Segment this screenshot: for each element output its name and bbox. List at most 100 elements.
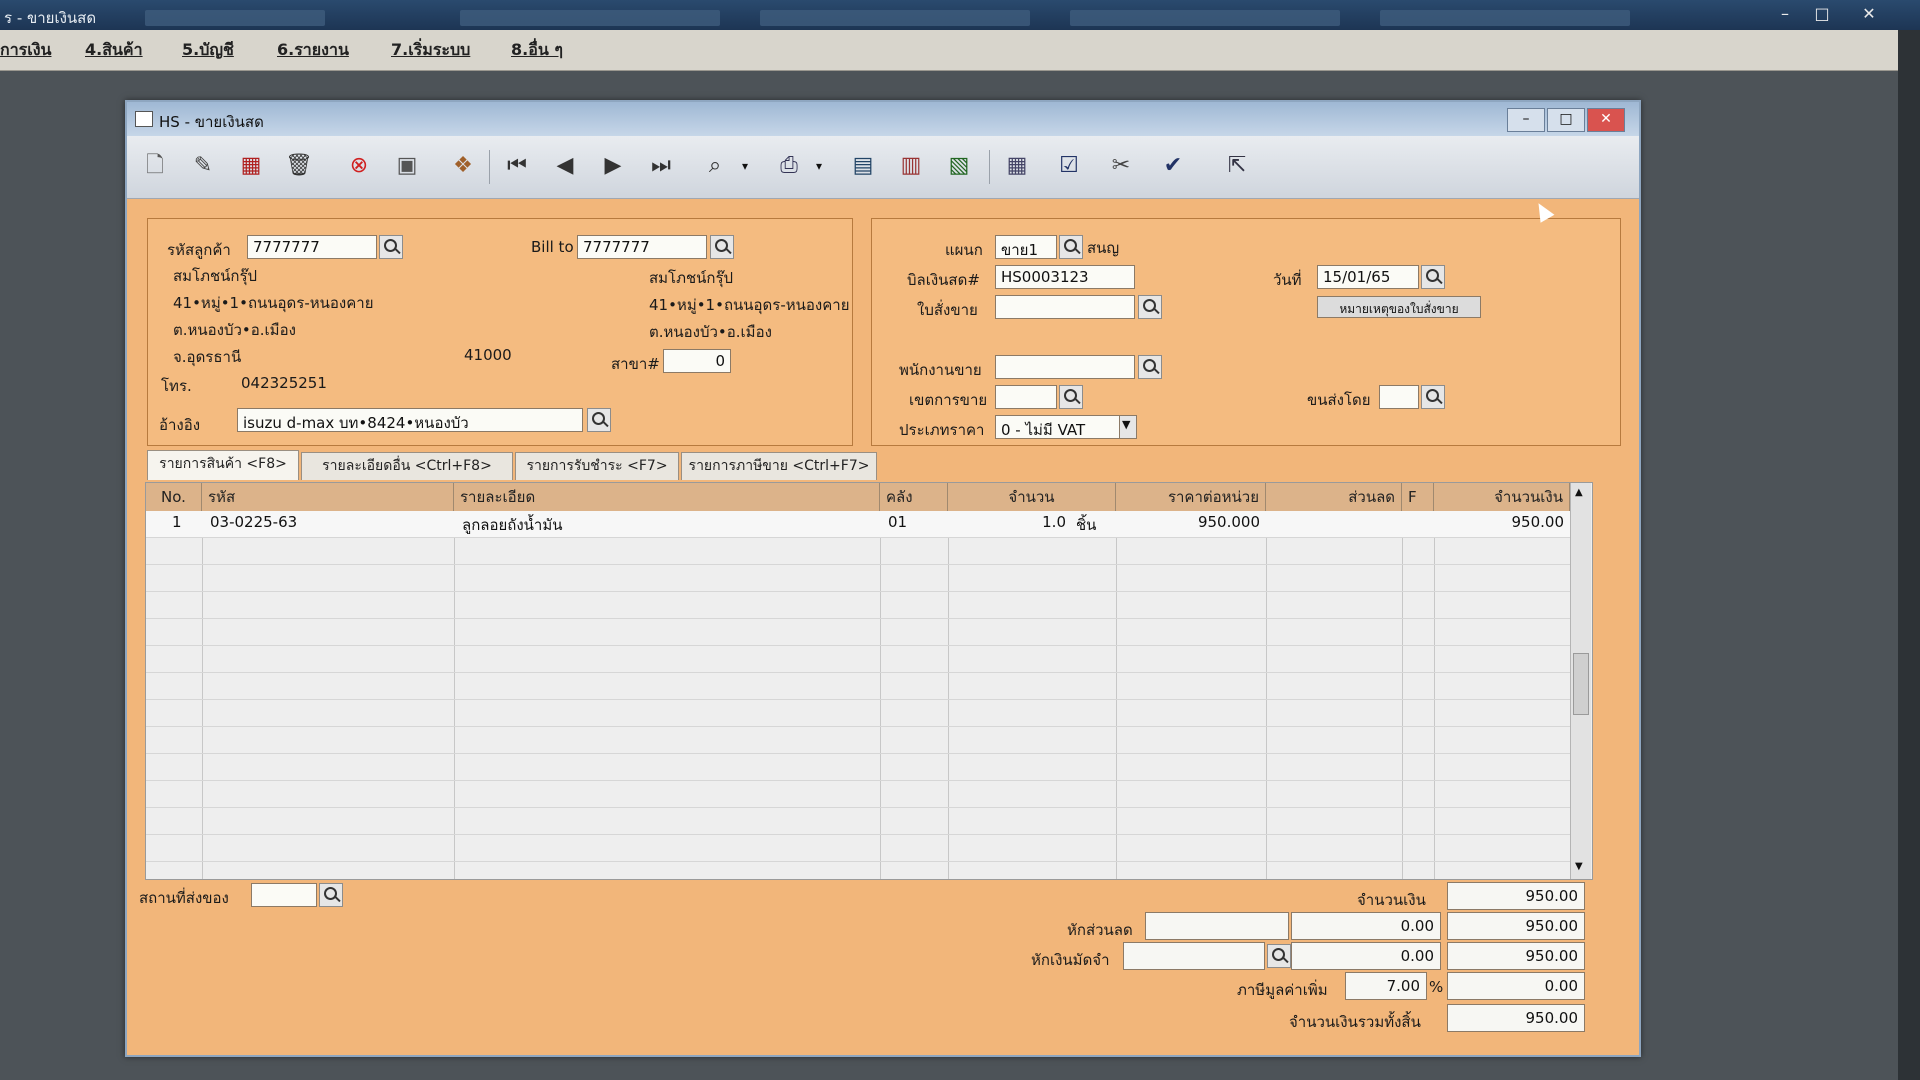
vat-rate-field[interactable]: 7.00 xyxy=(1345,972,1427,1000)
tab-items[interactable]: รายการสินค้า <F8> xyxy=(147,450,299,480)
date-picker-icon[interactable] xyxy=(1421,265,1445,289)
column-header-description[interactable]: รายละเอียด xyxy=(454,483,880,511)
column-header-f[interactable]: F xyxy=(1402,483,1434,511)
approve-icon[interactable]: ☑ xyxy=(1051,148,1087,184)
attach-icon[interactable]: ✂ xyxy=(1103,148,1139,184)
ship-place-search-icon[interactable] xyxy=(319,883,343,907)
menu-other[interactable]: 8.อื่น ๆ xyxy=(511,38,563,63)
window-title-bar: HS - ขายเงินสด – □ ✕ xyxy=(127,102,1639,136)
department-field[interactable]: ขาย1 xyxy=(995,235,1057,259)
scroll-down-icon[interactable]: ▼ xyxy=(1575,861,1583,872)
column-header-code[interactable]: รหัส xyxy=(202,483,454,511)
column-header-amount[interactable]: จำนวนเงิน xyxy=(1434,483,1570,511)
bill-to-address-2: ต.หนองบัว•อ.เมือง xyxy=(649,323,772,341)
find-dropdown-icon[interactable]: ▾ xyxy=(737,148,753,184)
grid-scrollbar[interactable]: ▲ ▼ xyxy=(1570,483,1591,879)
print-dropdown-icon[interactable]: ▾ xyxy=(811,148,827,184)
column-header-quantity[interactable]: จำนวน xyxy=(948,483,1116,511)
last-record-icon[interactable]: ⏭ xyxy=(643,148,679,184)
table-row[interactable] xyxy=(146,619,1570,646)
window-title: HS - ขายเงินสด xyxy=(159,113,264,131)
salesman-field[interactable] xyxy=(995,355,1135,379)
void-icon[interactable]: ▦ xyxy=(233,148,269,184)
table-row[interactable] xyxy=(146,592,1570,619)
window-minimize-button[interactable]: – xyxy=(1507,108,1545,132)
chevron-down-icon[interactable]: ▼ xyxy=(1119,415,1137,439)
table-row[interactable] xyxy=(146,808,1570,835)
ok-icon[interactable]: ✔ xyxy=(1155,148,1191,184)
ship-by-search-icon[interactable] xyxy=(1421,385,1445,409)
edit-icon[interactable]: ✎ xyxy=(185,148,221,184)
row-no: 1 xyxy=(172,513,182,531)
calendar-icon[interactable]: ▦ xyxy=(999,148,1035,184)
menu-finance[interactable]: การเงิน xyxy=(0,38,51,63)
sales-area-search-icon[interactable] xyxy=(1059,385,1083,409)
app-close-button[interactable]: ✕ xyxy=(1852,2,1886,26)
table-row[interactable] xyxy=(146,565,1570,592)
stock-icon[interactable]: ▥ xyxy=(893,148,929,184)
column-header-discount[interactable]: ส่วนลด xyxy=(1266,483,1402,511)
exit-icon[interactable]: ⇱ xyxy=(1219,148,1255,184)
table-row[interactable] xyxy=(146,835,1570,862)
sales-order-field[interactable] xyxy=(995,295,1135,319)
ship-place-field[interactable] xyxy=(251,883,317,907)
tab-sales-tax[interactable]: รายการภาษีขาย <Ctrl+F7> xyxy=(681,452,877,480)
reference-search-icon[interactable] xyxy=(587,408,611,432)
new-document-icon[interactable]: 🗋 xyxy=(137,148,173,184)
price-type-select[interactable]: 0 - ไม่มี VAT xyxy=(995,415,1123,439)
next-record-icon[interactable]: ▶ xyxy=(595,148,631,184)
window-maximize-button[interactable]: □ xyxy=(1547,108,1585,132)
sales-order-note-button[interactable]: หมายเหตุของใบสั่งขาย xyxy=(1317,296,1481,318)
report-icon[interactable]: ▤ xyxy=(845,148,881,184)
customer-code-field[interactable]: 7777777 xyxy=(247,235,377,259)
menu-products[interactable]: 4.สินค้า xyxy=(85,38,143,63)
customer-search-icon[interactable] xyxy=(379,235,403,259)
table-row[interactable] xyxy=(146,727,1570,754)
sales-order-search-icon[interactable] xyxy=(1138,295,1162,319)
column-header-unit-price[interactable]: ราคาต่อหน่วย xyxy=(1116,483,1266,511)
salesman-search-icon[interactable] xyxy=(1138,355,1162,379)
tab-payments[interactable]: รายการรับชำระ <F7> xyxy=(515,452,679,480)
deposit-amount: 0.00 xyxy=(1291,942,1441,970)
scroll-up-icon[interactable]: ▲ xyxy=(1575,487,1583,498)
app-minimize-button[interactable]: – xyxy=(1768,2,1802,26)
table-row[interactable] xyxy=(146,781,1570,808)
column-header-warehouse[interactable]: คลัง xyxy=(880,483,948,511)
first-record-icon[interactable]: ⏮ xyxy=(499,148,535,184)
department-search-icon[interactable] xyxy=(1059,235,1083,259)
scroll-thumb[interactable] xyxy=(1573,653,1589,715)
table-row[interactable] xyxy=(146,673,1570,700)
save-icon[interactable]: ▣ xyxy=(389,148,425,184)
print-icon[interactable]: ⎙ xyxy=(771,148,807,184)
bill-to-search-icon[interactable] xyxy=(710,235,734,259)
gl-icon[interactable]: ▧ xyxy=(941,148,977,184)
tab-other-details[interactable]: รายละเอียดอื่น <Ctrl+F8> xyxy=(301,452,513,480)
bill-number-field[interactable]: HS0003123 xyxy=(995,265,1135,289)
deposit-input[interactable] xyxy=(1123,942,1265,970)
bill-to-field[interactable]: 7777777 xyxy=(577,235,707,259)
reference-field[interactable]: isuzu d-max บท•8424•หนองบัว xyxy=(237,408,583,432)
delete-trash-icon[interactable]: 🗑 xyxy=(281,148,317,184)
previous-record-icon[interactable]: ◀ xyxy=(547,148,583,184)
ship-by-field[interactable] xyxy=(1379,385,1419,409)
table-row[interactable] xyxy=(146,754,1570,781)
menu-setup[interactable]: 7.เริ่มระบบ xyxy=(391,38,470,63)
table-row[interactable]: 1 03-0225-63 ลูกลอยถังน้ำมัน 01 1.0 ชิ้น… xyxy=(146,511,1570,538)
app-maximize-button[interactable]: □ xyxy=(1805,2,1839,26)
branch-field[interactable]: 0 xyxy=(663,349,731,373)
table-row[interactable] xyxy=(146,538,1570,565)
menu-reports[interactable]: 6.รายงาน xyxy=(277,38,349,63)
money-icon[interactable]: ❖ xyxy=(445,148,481,184)
date-field[interactable]: 15/01/65 xyxy=(1317,265,1419,289)
sales-area-label: เขตการขาย xyxy=(909,391,988,409)
menu-accounts[interactable]: 5.บัญชี xyxy=(182,38,234,63)
discount-input[interactable] xyxy=(1145,912,1289,940)
sales-area-field[interactable] xyxy=(995,385,1057,409)
table-row[interactable] xyxy=(146,646,1570,673)
table-row[interactable] xyxy=(146,700,1570,727)
find-icon[interactable]: ⌕ xyxy=(697,148,733,184)
column-header-no[interactable]: No. xyxy=(146,483,202,511)
deposit-search-icon[interactable] xyxy=(1267,944,1291,968)
window-close-button[interactable]: ✕ xyxy=(1587,108,1625,132)
cancel-icon[interactable]: ⊗ xyxy=(341,148,377,184)
